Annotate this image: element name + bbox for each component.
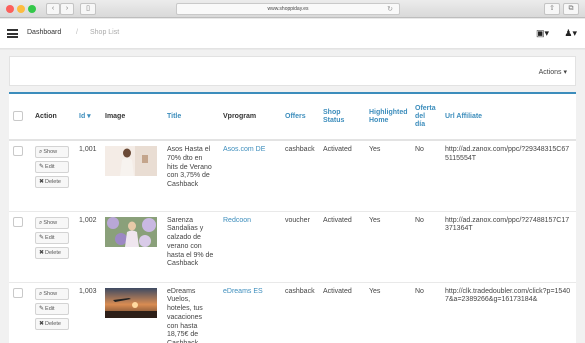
sidebar-toggle-icon[interactable]: ▯: [80, 3, 96, 15]
edit-icon: ✎: [39, 234, 45, 241]
row-shop-status: Activated: [319, 211, 365, 283]
delete-icon: ✖: [39, 179, 45, 185]
shop-thumbnail-image: [105, 287, 157, 318]
row-url-affiliate: http://ad.zanox.com/ppc/?29348315C675115…: [441, 140, 576, 212]
column-url-affiliate[interactable]: Url Affiliate: [441, 94, 576, 141]
row-actions: ⌕Show ✎Edit ✖Delete: [31, 282, 75, 343]
row-offers: cashback: [281, 140, 319, 212]
edit-button[interactable]: ✎Edit: [35, 231, 69, 244]
delete-icon: ✖: [39, 249, 45, 256]
row-title: Sarenza Sandalias y calzado de verano co…: [163, 211, 219, 283]
row-url-affiliate: http://clk.tradedoubler.com/click?p=1540…: [441, 282, 576, 343]
select-all-cell: [9, 94, 31, 141]
column-vprogram: Vprogram: [219, 94, 281, 141]
row-shop-status: Activated: [319, 140, 365, 212]
row-oferta: No: [411, 282, 441, 343]
delete-icon: ✖: [39, 320, 45, 327]
search-icon: ⌕: [39, 219, 43, 226]
shop-thumbnail-image: [105, 216, 157, 247]
shop-list-table: Action Id ▾ Image Title Vprogram Offers …: [9, 94, 576, 343]
close-window-button[interactable]: [6, 5, 14, 13]
row-id: 1,001: [75, 140, 101, 212]
actions-bar: Actions ▾: [9, 56, 576, 86]
row-title: Asos Hasta el 70% dto en hits de Verano …: [163, 140, 219, 212]
column-oferta-del-dia[interactable]: Oferta del día: [411, 94, 441, 141]
row-actions: ⌕Show ✎Edit ✖Delete: [31, 211, 75, 283]
breadcrumb-separator: /: [76, 29, 78, 36]
url-text: www.shoppiday.es: [267, 6, 309, 12]
apps-menu-icon[interactable]: ▣▾: [536, 28, 549, 39]
table-row: ⌕Show ✎Edit ✖Delete 1,001 Asos Hasta el …: [9, 140, 576, 212]
edit-icon: ✎: [39, 305, 45, 312]
column-id[interactable]: Id ▾: [75, 94, 101, 141]
share-icon[interactable]: ⇧: [544, 3, 560, 15]
user-menu-icon[interactable]: ♟▾: [564, 28, 577, 39]
row-checkbox[interactable]: [13, 287, 23, 298]
minimize-window-button[interactable]: [17, 5, 25, 13]
table-header-row: Action Id ▾ Image Title Vprogram Offers …: [9, 94, 576, 141]
row-select-cell: [9, 211, 31, 283]
search-icon: ⌕: [39, 149, 43, 155]
row-checkbox[interactable]: [13, 216, 23, 227]
reload-icon[interactable]: ↻: [387, 5, 393, 15]
column-action: Action: [31, 94, 75, 141]
breadcrumb-current: Shop List: [90, 29, 120, 36]
main-content: Actions ▾ Action Id ▾ Image Title Vprogr…: [0, 50, 585, 343]
edit-icon: ✎: [39, 164, 45, 170]
table-row: ⌕Show ✎Edit ✖Delete 1,003 eDreams Vuelos…: [9, 282, 576, 343]
menu-icon[interactable]: [7, 29, 18, 39]
row-title: eDreams Vuelos, hoteles, tus vacaciones …: [163, 282, 219, 343]
row-vprogram-link[interactable]: Asos.com DE: [219, 140, 281, 212]
row-highlighted: Yes: [365, 211, 411, 283]
row-shop-status: Activated: [319, 282, 365, 343]
row-select-cell: [9, 282, 31, 343]
select-all-checkbox[interactable]: [13, 111, 23, 121]
search-icon: ⌕: [39, 290, 43, 297]
row-image: [101, 140, 163, 212]
row-image: [101, 211, 163, 283]
column-offers[interactable]: Offers: [281, 94, 319, 141]
row-url-affiliate: http://ad.zanox.com/ppc/?27488157C173713…: [441, 211, 576, 283]
column-highlighted-home[interactable]: Highlighted Home: [365, 94, 411, 141]
app-header: Dashboard / Shop List ▣▾ ♟▾: [0, 19, 585, 49]
browser-chrome: ‹ › ▯ www.shoppiday.es ↻ ⇧ ⧉: [0, 0, 585, 18]
row-select-cell: [9, 140, 31, 212]
row-oferta: No: [411, 140, 441, 212]
address-bar[interactable]: www.shoppiday.es ↻: [176, 3, 400, 15]
column-title[interactable]: Title: [163, 94, 219, 141]
row-offers: cashback: [281, 282, 319, 343]
column-image: Image: [101, 94, 163, 141]
row-highlighted: Yes: [365, 282, 411, 343]
delete-button[interactable]: ✖Delete: [35, 246, 69, 259]
column-shop-status[interactable]: Shop Status: [319, 94, 365, 141]
row-vprogram-link[interactable]: Redcoon: [219, 211, 281, 283]
edit-button[interactable]: ✎Edit: [35, 161, 69, 173]
maximize-window-button[interactable]: [28, 5, 36, 13]
row-oferta: No: [411, 211, 441, 283]
edit-button[interactable]: ✎Edit: [35, 302, 69, 315]
row-checkbox[interactable]: [13, 146, 23, 156]
show-button[interactable]: ⌕Show: [35, 146, 69, 158]
row-id: 1,002: [75, 211, 101, 283]
row-image: [101, 282, 163, 343]
forward-button[interactable]: ›: [60, 3, 74, 15]
row-id: 1,003: [75, 282, 101, 343]
show-button[interactable]: ⌕Show: [35, 287, 69, 300]
shop-list-table-card: Action Id ▾ Image Title Vprogram Offers …: [9, 92, 576, 343]
shop-thumbnail-image: [105, 146, 157, 176]
show-button[interactable]: ⌕Show: [35, 216, 69, 229]
table-row: ⌕Show ✎Edit ✖Delete 1,002 Sarenza Sandal…: [9, 211, 576, 283]
back-button[interactable]: ‹: [46, 3, 60, 15]
row-offers: voucher: [281, 211, 319, 283]
row-actions: ⌕Show ✎Edit ✖Delete: [31, 140, 75, 212]
delete-button[interactable]: ✖Delete: [35, 176, 69, 188]
delete-button[interactable]: ✖Delete: [35, 317, 69, 330]
row-vprogram-link[interactable]: eDreams ES: [219, 282, 281, 343]
actions-dropdown-button[interactable]: Actions ▾: [539, 68, 567, 76]
tabs-icon[interactable]: ⧉: [563, 3, 579, 15]
row-highlighted: Yes: [365, 140, 411, 212]
breadcrumb-dashboard[interactable]: Dashboard: [27, 29, 61, 36]
